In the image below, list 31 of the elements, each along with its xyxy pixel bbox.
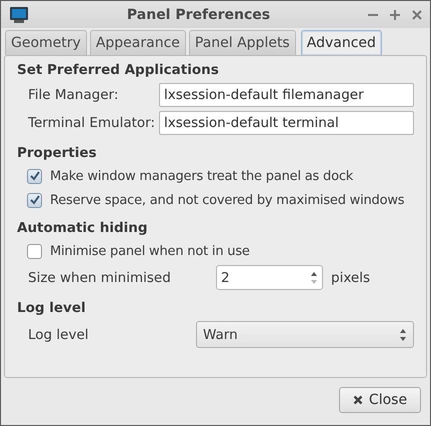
checkbox[interactable] <box>27 244 42 258</box>
field-label: Log level <box>28 326 90 342</box>
spin-field[interactable]: 2 <box>216 265 323 290</box>
close-icon <box>352 395 363 405</box>
monitor-icon <box>9 6 29 24</box>
tab[interactable]: Advanced <box>300 30 382 55</box>
section-heading: Log level <box>17 300 87 316</box>
checkbox-label[interactable]: Make window managers treat the panel as dock <box>50 168 354 184</box>
window-title: Panel Preferences <box>126 6 272 22</box>
updown-caret-icon <box>399 328 407 342</box>
tab[interactable]: Panel Applets <box>188 30 296 55</box>
section-heading: Automatic hiding <box>17 220 149 236</box>
section-heading: Set Preferred Applications <box>17 62 220 78</box>
field-label: Terminal Emulator: <box>28 115 156 131</box>
spin-arrows-icon[interactable] <box>310 270 318 286</box>
section-heading: Properties <box>17 145 98 161</box>
close-button[interactable]: Close <box>339 387 421 413</box>
field-label: Size when minimised <box>28 270 172 286</box>
dropdown[interactable]: Warn <box>196 321 414 348</box>
checkbox[interactable] <box>27 168 42 184</box>
checkbox-label[interactable]: Reserve space, and not covered by maximised windows <box>50 192 404 208</box>
unit-label: pixels <box>331 270 370 286</box>
close-icon[interactable] <box>412 10 422 20</box>
tab[interactable]: Appearance <box>90 30 186 55</box>
input-field[interactable]: lxsession-default filemanager <box>159 83 414 107</box>
input-field[interactable]: lxsession-default terminal <box>159 111 414 135</box>
checkbox[interactable] <box>27 192 42 208</box>
field-label: File Manager: <box>28 87 120 103</box>
checkbox-label[interactable]: Minimise panel when not in use <box>50 244 250 258</box>
maximize-icon[interactable] <box>390 10 400 20</box>
tab[interactable]: Geometry <box>5 30 87 55</box>
